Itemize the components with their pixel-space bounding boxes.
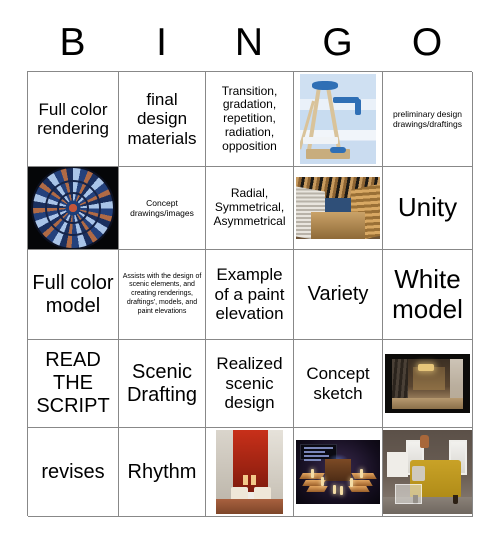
header-letter-n: N [234, 21, 264, 64]
bingo-cell[interactable] [206, 428, 294, 517]
header-letter-b: B [59, 21, 86, 64]
bingo-cell[interactable]: preliminary design drawings/draftings [383, 72, 473, 167]
bingo-cell[interactable] [383, 428, 473, 517]
bingo-cell-label: preliminary design drawings/draftings [393, 108, 462, 129]
bingo-cell-label: Concept sketch [306, 364, 370, 403]
bingo-cell[interactable]: Scenic Drafting [119, 340, 206, 428]
bingo-cell[interactable]: Unity [383, 167, 473, 250]
header-letter-g: G [322, 21, 353, 64]
bingo-cell[interactable] [383, 340, 473, 428]
bingo-cell-label: Transition, gradation, repetition, radia… [221, 83, 278, 153]
bingo-cell[interactable]: Full color model [28, 250, 119, 340]
bingo-cell-label: Full color model [32, 271, 114, 317]
bingo-grid: Full color rendering final design materi… [27, 71, 473, 517]
bingo-cell[interactable]: revises [28, 428, 119, 517]
bingo-cell-label: Example of a paint elevation [214, 265, 285, 324]
bingo-cell[interactable] [294, 428, 383, 517]
bingo-cell[interactable] [294, 72, 383, 167]
bingo-cell-label: Concept drawings/images [130, 197, 194, 218]
bingo-cell[interactable]: Assists with the design of scenic elemen… [119, 250, 206, 340]
bingo-cell[interactable]: READ THE SCRIPT [28, 340, 119, 428]
bingo-card: B I N G O Full color rendering final des… [0, 0, 500, 544]
bingo-header: B I N G O [27, 18, 472, 68]
bingo-cell[interactable]: Realized scenic design [206, 340, 294, 428]
stage-set-interior-photo [383, 340, 472, 427]
gold-sofa-living-room-photo [383, 428, 472, 516]
bingo-cell-label: revises [41, 460, 105, 483]
bingo-cell-label: Rhythm [127, 460, 197, 483]
rose-window-photo [28, 167, 118, 249]
bingo-cell-label: White model [392, 263, 463, 324]
bingo-cell[interactable]: Concept drawings/images [119, 167, 206, 250]
stage-rendering-photo [294, 428, 382, 516]
bingo-cell[interactable]: White model [383, 250, 473, 340]
bingo-cell[interactable]: Full color rendering [28, 72, 119, 167]
header-letter-o: O [411, 21, 443, 64]
bingo-cell-label: final design materials [127, 89, 197, 148]
bingo-cell-label: Realized scenic design [216, 354, 283, 413]
header-letter-i: I [156, 21, 167, 64]
concert-hall-interior-photo [294, 167, 382, 249]
bingo-cell[interactable] [28, 167, 119, 250]
easel-blue-wall-photo [296, 74, 380, 164]
bingo-cell-label: Scenic Drafting [126, 360, 198, 406]
bingo-cell[interactable]: Variety [294, 250, 383, 340]
bingo-cell[interactable]: Transition, gradation, repetition, radia… [206, 72, 294, 167]
bingo-cell[interactable]: Concept sketch [294, 340, 383, 428]
bingo-cell-label: Unity [397, 192, 458, 223]
bingo-cell[interactable] [294, 167, 383, 250]
bingo-cell-label: READ THE SCRIPT [36, 349, 110, 417]
bingo-cell-label: Assists with the design of scenic elemen… [122, 272, 202, 315]
bingo-cell[interactable]: final design materials [119, 72, 206, 167]
bingo-cell[interactable]: Radial, Symmetrical, Asymmetrical [206, 167, 294, 250]
bingo-cell-label: Variety [307, 283, 369, 306]
bingo-cell-label: Radial, Symmetrical, Asymmetrical [213, 186, 286, 228]
bingo-cell-label: Full color rendering [37, 99, 109, 138]
red-wall-lounge-photo [206, 428, 293, 516]
bingo-cell[interactable]: Example of a paint elevation [206, 250, 294, 340]
bingo-cell[interactable]: Rhythm [119, 428, 206, 517]
